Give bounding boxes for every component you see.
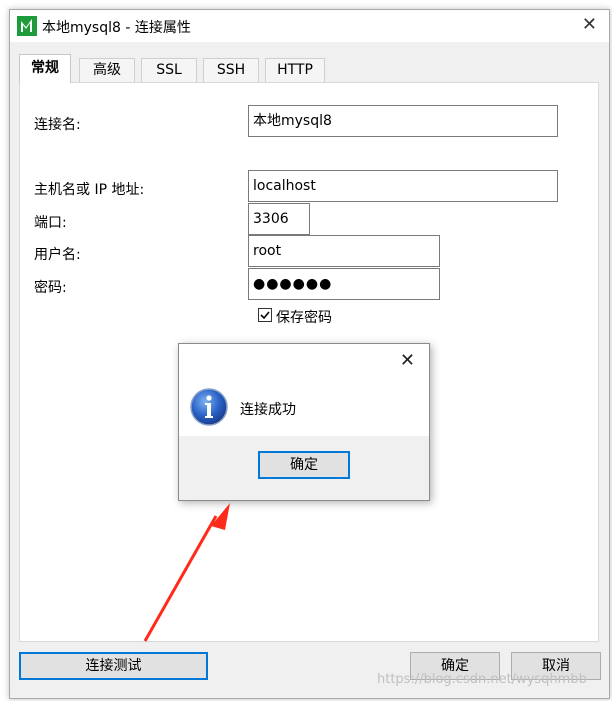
title-bar: 本地mysql8 - 连接属性 ✕ <box>10 10 609 42</box>
save-password-checkbox[interactable] <box>258 308 272 322</box>
close-icon[interactable]: ✕ <box>582 14 597 35</box>
port-label: 端口: <box>34 215 67 231</box>
host-input[interactable]: localhost <box>248 170 558 202</box>
save-password-label: 保存密码 <box>276 310 332 326</box>
tab-http[interactable]: HTTP <box>265 58 325 82</box>
tab-ssh[interactable]: SSH <box>203 58 259 82</box>
tab-general[interactable]: 常规 <box>19 54 71 83</box>
watermark-text: https://blog.csdn.net/wysqhmbb <box>377 672 587 687</box>
connection-name-input[interactable]: 本地mysql8 <box>248 105 558 137</box>
dialog-title-bar: ✕ <box>179 344 429 378</box>
info-icon <box>190 388 228 426</box>
test-connection-button[interactable]: 连接测试 <box>19 652 208 680</box>
username-label: 用户名: <box>34 247 81 263</box>
connection-success-dialog: ✕ 连接成功 确定 <box>178 343 430 501</box>
password-input[interactable]: ●●●●●● <box>248 268 440 300</box>
password-label: 密码: <box>34 280 67 296</box>
dialog-footer: 确定 <box>179 436 429 500</box>
dialog-ok-button[interactable]: 确定 <box>258 451 350 479</box>
checkmark-icon <box>260 311 270 320</box>
host-label: 主机名或 IP 地址: <box>34 182 145 198</box>
username-input[interactable]: root <box>248 235 440 267</box>
dialog-message: 连接成功 <box>240 402 296 418</box>
tab-advanced[interactable]: 高级 <box>79 58 135 82</box>
window-title: 本地mysql8 - 连接属性 <box>42 20 191 36</box>
port-input[interactable]: 3306 <box>248 203 310 235</box>
connection-name-label: 连接名: <box>34 117 81 133</box>
tab-ssl[interactable]: SSL <box>141 58 197 82</box>
close-icon[interactable]: ✕ <box>400 350 415 371</box>
navicat-app-icon <box>17 16 37 36</box>
